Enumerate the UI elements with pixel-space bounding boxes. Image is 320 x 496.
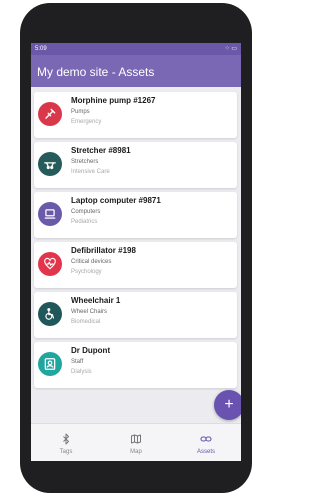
stretcher-icon [38, 152, 62, 176]
bottom-navigation: Tags Map Assets [31, 423, 241, 461]
asset-category: Staff [71, 359, 84, 365]
asset-category: Pumps [71, 109, 90, 115]
asset-department: Intensive Care [71, 169, 110, 175]
asset-category: Computers [71, 209, 101, 215]
asset-department: Biomedical [71, 319, 101, 325]
nav-tab-assets[interactable]: Assets [171, 424, 241, 461]
add-asset-button[interactable]: + [214, 390, 241, 420]
status-time: 5:09 [35, 46, 47, 52]
nav-tab-label: Assets [196, 449, 215, 455]
bluetooth-icon [63, 433, 69, 445]
plus-icon: + [224, 396, 234, 413]
wheelchair-icon [38, 302, 62, 326]
asset-department: Dialysis [71, 369, 92, 375]
asset-card-dr-dupont[interactable]: Dr Dupont Staff Dialysis [34, 342, 237, 388]
app-bar: My demo site - Assets [31, 55, 241, 87]
asset-category: Stretchers [71, 159, 99, 165]
asset-name: Morphine pump #1267 [71, 96, 156, 105]
asset-card-morphine-pump[interactable]: Morphine pump #1267 Pumps Emergency [34, 92, 237, 138]
asset-department: Pediatrics [71, 219, 98, 225]
page-title: My demo site - Assets [37, 65, 155, 79]
nav-tab-map[interactable]: Map [101, 424, 171, 461]
asset-card-stretcher[interactable]: Stretcher #8981 Stretchers Intensive Car… [34, 142, 237, 188]
status-indicators: ⁘ ▭ [224, 46, 237, 52]
syringe-icon [38, 102, 62, 126]
status-bar: 5:09 ⁘ ▭ [31, 43, 241, 55]
nav-tab-tags[interactable]: Tags [31, 424, 101, 461]
asset-card-laptop[interactable]: Laptop computer #9871 Computers Pediatri… [34, 192, 237, 238]
asset-name: Laptop computer #9871 [71, 196, 161, 205]
heart-pulse-icon [38, 252, 62, 276]
asset-name: Wheelchair 1 [71, 296, 121, 305]
nav-tab-label: Tags [59, 449, 73, 455]
map-icon [131, 434, 141, 444]
asset-card-defibrillator[interactable]: Defibrillator #198 Critical devices Psyc… [34, 242, 237, 288]
asset-category: Wheel Chairs [71, 309, 108, 315]
link-icon [200, 436, 212, 442]
asset-card-wheelchair[interactable]: Wheelchair 1 Wheel Chairs Biomedical [34, 292, 237, 338]
asset-name: Defibrillator #198 [71, 246, 136, 255]
asset-name: Stretcher #8981 [71, 146, 131, 155]
person-icon [38, 352, 62, 376]
asset-department: Psychology [71, 269, 102, 275]
asset-name: Dr Dupont [71, 346, 111, 355]
asset-department: Emergency [71, 119, 102, 125]
laptop-icon [38, 202, 62, 226]
nav-tab-label: Map [130, 449, 142, 455]
asset-category: Critical devices [71, 259, 112, 265]
app-screen: 5:09 ⁘ ▭ My demo site - Assets Morphine … [31, 43, 241, 461]
